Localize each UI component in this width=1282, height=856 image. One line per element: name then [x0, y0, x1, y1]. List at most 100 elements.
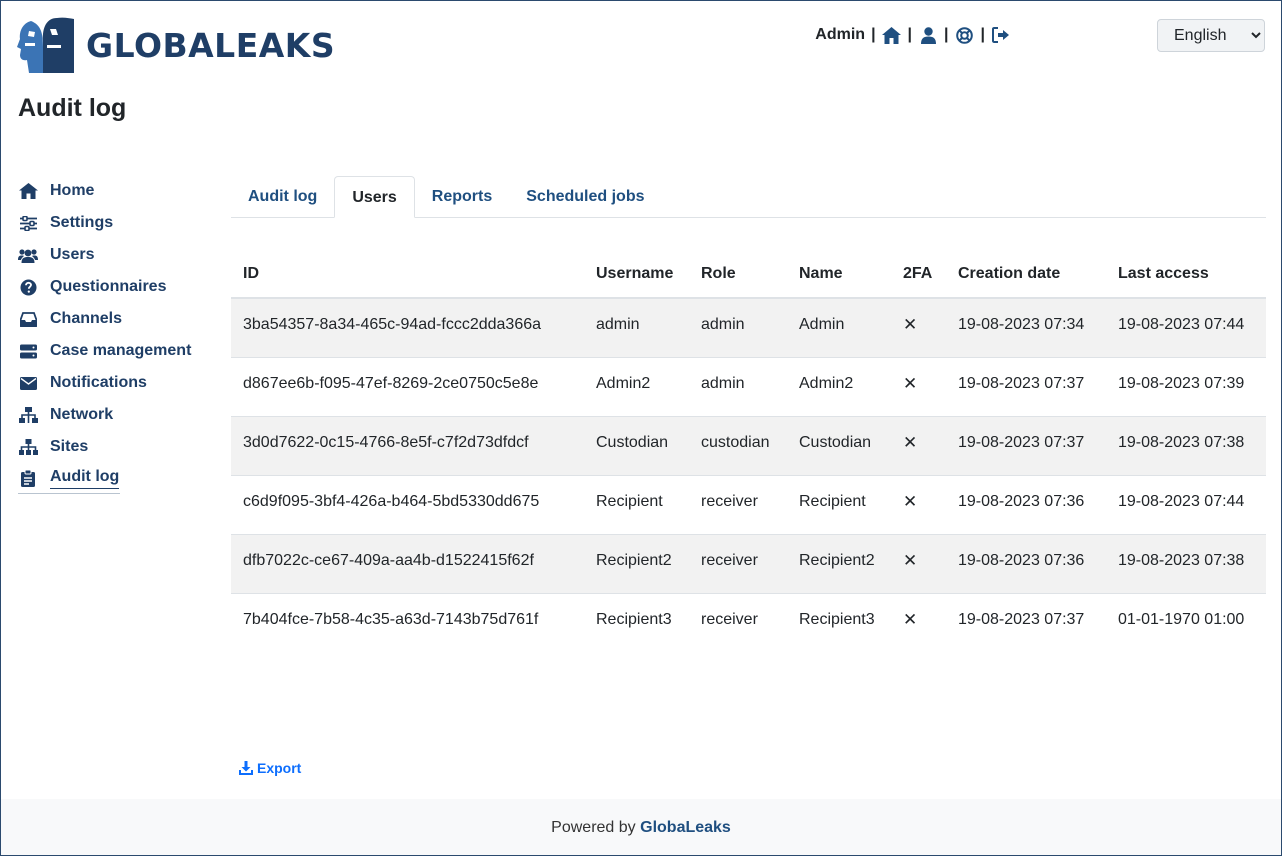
- cell-2fa-disabled-icon: ✕: [903, 491, 918, 511]
- cell-creation-date: 19-08-2023 07:37: [958, 433, 1085, 451]
- sidebar-item-users[interactable]: Users: [18, 239, 208, 271]
- sidebar-item-case-management[interactable]: Case management: [18, 335, 208, 367]
- cell-name: Recipient2: [799, 551, 875, 569]
- page-title: Audit log: [18, 94, 127, 122]
- table-header-row: ID Username Role Name 2FA Creation date …: [231, 254, 1266, 299]
- header: GLOBALEAKS Admin | | | | English: [1, 1, 1281, 91]
- cell-name: Admin: [799, 316, 845, 333]
- tab-reports[interactable]: Reports: [415, 176, 509, 217]
- cell-role: receiver: [701, 492, 758, 510]
- server-icon: [18, 341, 38, 361]
- export-button[interactable]: Export: [239, 760, 301, 776]
- cell-2fa-disabled-icon: ✕: [903, 373, 918, 393]
- cell-username: Recipient2: [596, 551, 672, 569]
- cell-name: Admin2: [799, 374, 854, 392]
- column-header-2fa[interactable]: 2FA: [891, 254, 946, 299]
- sidebar-item-sites[interactable]: Sites: [18, 431, 208, 463]
- cell-name: Recipient3: [799, 610, 875, 628]
- table-row: dfb7022c-ce67-409a-aa4b-d1522415f62f Rec…: [231, 534, 1266, 593]
- cell-role: receiver: [701, 610, 758, 628]
- cell-name: Recipient: [799, 492, 866, 510]
- support-icon[interactable]: [955, 25, 975, 45]
- logout-icon[interactable]: [991, 25, 1011, 45]
- cell-last-access: 19-08-2023 07:39: [1118, 374, 1245, 392]
- sliders-icon: [18, 213, 38, 233]
- logo-text: GLOBALEAKS: [86, 26, 336, 65]
- sidebar-item-label: Questionnaires: [50, 278, 167, 295]
- user-icon[interactable]: [918, 25, 938, 45]
- sidebar-item-notifications[interactable]: Notifications: [18, 367, 208, 399]
- tab-scheduled-jobs[interactable]: Scheduled jobs: [509, 176, 661, 217]
- home-icon[interactable]: [882, 25, 902, 45]
- cell-username: Recipient: [596, 492, 663, 510]
- export-label: Export: [257, 760, 302, 776]
- user-name: Admin: [815, 26, 866, 43]
- column-header-creation-date[interactable]: Creation date: [946, 254, 1106, 299]
- sidebar: Home Settings Users Questionnaires Chann…: [18, 175, 208, 494]
- cell-username: Custodian: [596, 433, 669, 451]
- question-icon: [18, 277, 38, 297]
- table-row: d867ee6b-f095-47ef-8269-2ce0750c5e8e Adm…: [231, 357, 1266, 416]
- tab-users[interactable]: Users: [334, 176, 415, 218]
- table-row: 3ba54357-8a34-465c-94ad-fccc2dda366a adm…: [231, 298, 1266, 357]
- sidebar-item-audit-log[interactable]: Audit log: [18, 463, 120, 494]
- clipboard-icon: [18, 468, 38, 488]
- cell-last-access: 19-08-2023 07:38: [1118, 551, 1245, 569]
- cell-creation-date: 19-08-2023 07:36: [958, 551, 1085, 569]
- language-select[interactable]: English: [1157, 19, 1265, 52]
- download-icon: [239, 761, 253, 775]
- sidebar-item-channels[interactable]: Channels: [18, 303, 208, 335]
- sidebar-item-label: Home: [50, 182, 95, 199]
- table-row: 7b404fce-7b58-4c35-a63d-7143b75d761f Rec…: [231, 593, 1266, 652]
- sidebar-item-questionnaires[interactable]: Questionnaires: [18, 271, 208, 303]
- footer-text: Powered by: [551, 819, 636, 836]
- cell-2fa-disabled-icon: ✕: [903, 432, 918, 452]
- sidebar-item-network[interactable]: Network: [18, 399, 208, 431]
- sidebar-item-label: Network: [50, 406, 114, 423]
- cell-role: admin: [701, 316, 745, 333]
- table-row: c6d9f095-3bf4-426a-b464-5bd5330dd675 Rec…: [231, 475, 1266, 534]
- column-header-id[interactable]: ID: [231, 254, 584, 299]
- tab-audit-log[interactable]: Audit log: [231, 176, 334, 217]
- column-header-role[interactable]: Role: [689, 254, 787, 299]
- cell-creation-date: 19-08-2023 07:34: [958, 316, 1085, 333]
- sidebar-item-label: Users: [50, 246, 95, 263]
- cell-2fa-disabled-icon: ✕: [903, 550, 918, 570]
- cell-last-access: 19-08-2023 07:44: [1118, 316, 1245, 333]
- separator: |: [907, 26, 913, 43]
- network-icon: [18, 405, 38, 425]
- cell-role: admin: [701, 374, 745, 392]
- cell-id: 3ba54357-8a34-465c-94ad-fccc2dda366a: [243, 316, 542, 333]
- separator: |: [871, 26, 876, 43]
- cell-username: Recipient3: [596, 610, 672, 628]
- inbox-icon: [18, 309, 38, 329]
- logo[interactable]: GLOBALEAKS: [17, 17, 335, 74]
- sitemap-icon: [18, 437, 38, 457]
- footer-link[interactable]: GlobaLeaks: [640, 819, 731, 836]
- tab-bar: Audit log Users Reports Scheduled jobs: [231, 176, 1266, 218]
- sidebar-item-label: Channels: [50, 310, 123, 327]
- cell-role: receiver: [701, 551, 758, 569]
- sidebar-item-label: Case management: [50, 342, 192, 359]
- cell-creation-date: 19-08-2023 07:37: [958, 374, 1085, 392]
- cell-id: c6d9f095-3bf4-426a-b464-5bd5330dd675: [243, 492, 540, 510]
- column-header-username[interactable]: Username: [584, 254, 689, 299]
- cell-id: d867ee6b-f095-47ef-8269-2ce0750c5e8e: [243, 374, 539, 392]
- column-header-last-access[interactable]: Last access: [1106, 254, 1266, 299]
- sidebar-item-home[interactable]: Home: [18, 175, 208, 207]
- cell-2fa-disabled-icon: ✕: [903, 315, 918, 334]
- users-icon: [18, 245, 38, 265]
- table-row: 3d0d7622-0c15-4766-8e5f-c7f2d73dfdcf Cus…: [231, 416, 1266, 475]
- cell-id: 7b404fce-7b58-4c35-a63d-7143b75d761f: [243, 610, 539, 628]
- home-icon: [18, 181, 38, 201]
- footer: Powered by GlobaLeaks: [1, 799, 1281, 855]
- cell-last-access: 19-08-2023 07:38: [1118, 433, 1245, 451]
- sidebar-item-settings[interactable]: Settings: [18, 207, 208, 239]
- cell-name: Custodian: [799, 433, 872, 451]
- column-header-name[interactable]: Name: [787, 254, 891, 299]
- sidebar-item-label: Sites: [50, 438, 89, 455]
- cell-role: custodian: [701, 433, 770, 451]
- sidebar-item-label: Settings: [50, 214, 114, 231]
- cell-creation-date: 19-08-2023 07:37: [958, 610, 1085, 628]
- separator: |: [944, 26, 949, 43]
